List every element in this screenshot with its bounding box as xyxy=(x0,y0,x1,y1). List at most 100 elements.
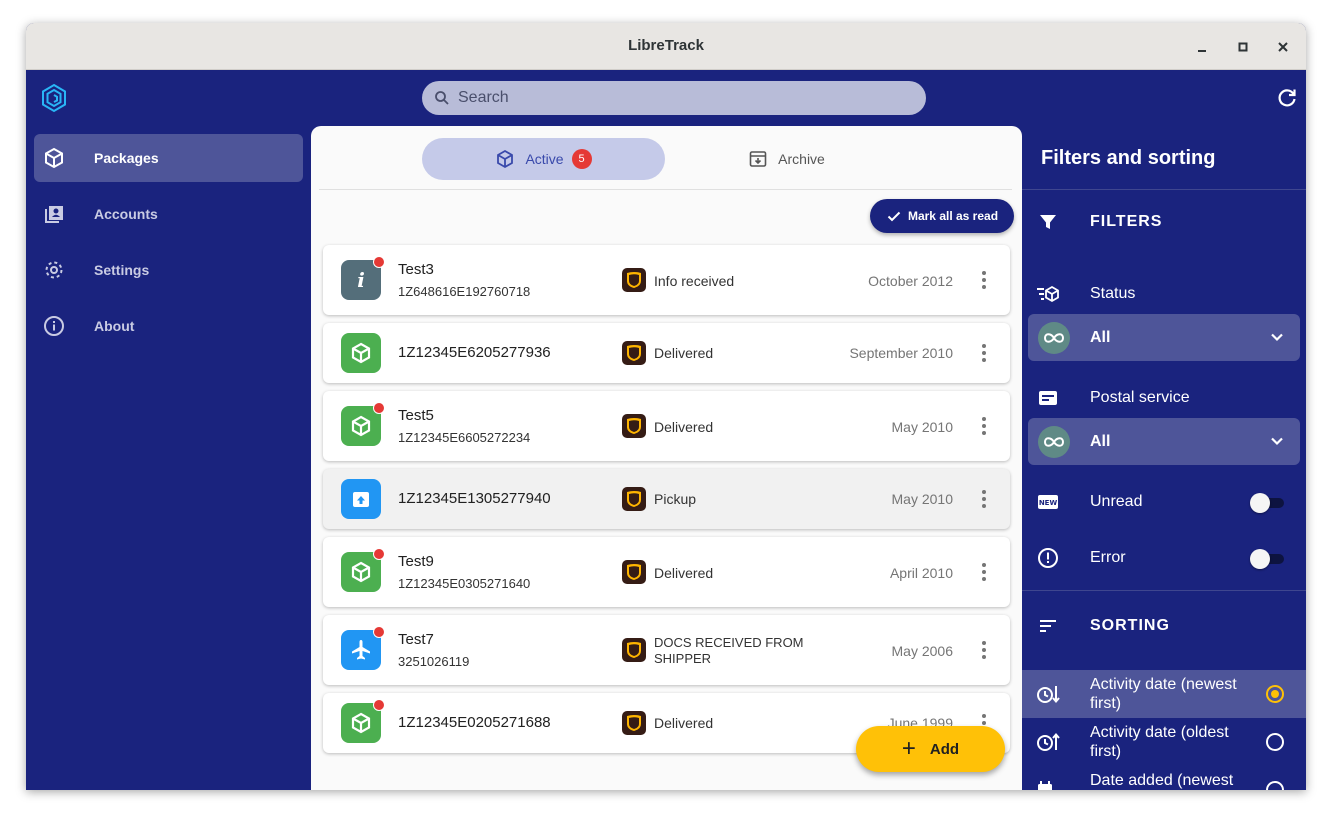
package-date: May 2010 xyxy=(891,419,953,435)
divider xyxy=(1022,189,1306,190)
filter-label: Postal service xyxy=(1090,389,1190,406)
sort-option-activity-newest[interactable]: Activity date (newest first) xyxy=(1022,670,1306,718)
package-status: Info received xyxy=(654,273,735,289)
minimize-icon xyxy=(1198,50,1206,52)
radio-selected[interactable] xyxy=(1266,685,1284,703)
packages-panel: Active 5 Archive Mark all as read i Test… xyxy=(311,126,1022,790)
ups-logo-icon xyxy=(622,711,646,735)
sort-option-activity-oldest[interactable]: Activity date (oldest first) xyxy=(1022,718,1306,766)
package-status: Delivered xyxy=(654,715,714,731)
clock-up-icon xyxy=(1036,730,1060,754)
section-label: SORTING xyxy=(1090,617,1170,634)
package-date: October 2012 xyxy=(868,273,953,289)
close-button[interactable] xyxy=(1271,35,1295,59)
search-input[interactable] xyxy=(458,89,898,107)
mark-all-label: Mark all as read xyxy=(907,209,999,223)
status-filter-icon xyxy=(1036,282,1060,306)
sort-option-date-added-newest[interactable]: Date added (newest first) xyxy=(1022,766,1306,790)
unread-dot xyxy=(373,402,385,414)
svg-text:i: i xyxy=(357,268,365,292)
tab-active[interactable]: Active 5 xyxy=(422,138,665,180)
status-filter-label: Status xyxy=(1036,279,1298,309)
sidebar-item-about[interactable]: About xyxy=(34,302,303,350)
package-row[interactable]: Test5 1Z12345E6605272234 Delivered May 2… xyxy=(323,391,1010,461)
tab-label: Archive xyxy=(778,151,825,167)
error-toggle[interactable] xyxy=(1250,549,1284,569)
accounts-icon xyxy=(42,202,66,226)
more-options-icon[interactable] xyxy=(982,271,986,289)
infinity-icon xyxy=(1038,425,1070,458)
add-package-button[interactable]: + Add xyxy=(856,726,1005,772)
package-row[interactable]: Test9 1Z12345E0305271640 Delivered April… xyxy=(323,537,1010,607)
unread-toggle[interactable] xyxy=(1250,493,1284,513)
svg-text:NEW: NEW xyxy=(1039,499,1058,507)
unread-dot xyxy=(373,699,385,711)
new-badge-icon: NEW xyxy=(1036,490,1060,514)
package-date: May 2010 xyxy=(891,491,953,507)
package-row[interactable]: 1Z12345E6205277936 Delivered September 2… xyxy=(323,323,1010,383)
more-options-icon[interactable] xyxy=(982,490,986,508)
airplane-icon xyxy=(341,626,385,670)
dropdown-value: All xyxy=(1090,328,1111,346)
sidebar-item-label: Accounts xyxy=(94,206,158,222)
section-label: FILTERS xyxy=(1090,213,1163,230)
radio-unselected[interactable] xyxy=(1266,733,1284,751)
more-options-icon[interactable] xyxy=(982,641,986,659)
filters-panel: Filters and sorting FILTERS Status All P… xyxy=(1022,126,1306,790)
package-row[interactable]: Test7 3251026119 DOCS RECEIVED FROM SHIP… xyxy=(323,615,1010,685)
app-logo-icon xyxy=(42,83,66,113)
sidebar-item-packages[interactable]: Packages xyxy=(34,134,303,182)
sort-label: Activity date (oldest first) xyxy=(1090,724,1229,760)
unread-dot xyxy=(373,548,385,560)
delivered-icon xyxy=(341,333,381,373)
sidebar-item-label: Packages xyxy=(94,150,159,166)
sidebar-item-label: About xyxy=(94,318,135,334)
tracking-number: 3251026119 xyxy=(398,654,470,669)
unread-dot xyxy=(373,626,385,638)
status-dropdown[interactable]: All xyxy=(1028,314,1300,361)
chevron-down-icon xyxy=(1271,437,1283,446)
tab-label: Active xyxy=(525,151,564,167)
calendar-down-icon xyxy=(1036,778,1060,790)
package-row[interactable]: 1Z12345E1305277940 Pickup May 2010 xyxy=(323,469,1010,529)
close-icon xyxy=(1278,42,1288,52)
sort-label: Activity date (newest first) xyxy=(1090,676,1237,712)
more-options-icon[interactable] xyxy=(982,344,986,362)
package-name: Test5 xyxy=(398,407,434,424)
ups-logo-icon xyxy=(622,638,646,662)
package-date: April 2010 xyxy=(889,565,953,581)
add-label: Add xyxy=(929,740,960,758)
maximize-button[interactable] xyxy=(1231,35,1255,59)
more-options-icon[interactable] xyxy=(982,563,986,581)
clock-down-icon xyxy=(1036,682,1060,706)
title-bar: LibreTrack xyxy=(26,23,1306,70)
search-bar[interactable] xyxy=(422,81,926,115)
postal-service-dropdown[interactable]: All xyxy=(1028,418,1300,465)
minimize-button[interactable] xyxy=(1190,35,1214,59)
sidebar-item-settings[interactable]: Settings xyxy=(34,246,303,294)
package-icon xyxy=(42,146,66,170)
tab-bar: Active 5 Archive xyxy=(319,126,1012,190)
plus-icon: + xyxy=(901,735,916,762)
sidebar-item-label: Settings xyxy=(94,262,150,278)
package-status: Delivered xyxy=(654,565,714,581)
sidebar-item-accounts[interactable]: Accounts xyxy=(34,190,303,238)
app-body: Packages Accounts Settings About xyxy=(26,70,1306,790)
package-row[interactable]: i Test3 1Z648616E192760718 Info received… xyxy=(323,245,1010,315)
delivered-icon xyxy=(341,548,385,592)
window-title: LibreTrack xyxy=(628,37,704,54)
count-badge: 5 xyxy=(571,149,592,169)
dropdown-value: All xyxy=(1090,432,1111,450)
info-icon xyxy=(42,314,66,338)
radio-unselected[interactable] xyxy=(1266,781,1284,790)
tab-archive[interactable]: Archive xyxy=(665,138,908,180)
sort-label: Date added (newest first) xyxy=(1090,772,1234,789)
more-options-icon[interactable] xyxy=(982,417,986,435)
package-date: September 2010 xyxy=(849,345,953,361)
package-icon xyxy=(497,149,514,169)
package-name: Test3 xyxy=(398,261,434,278)
mark-all-read-button[interactable]: Mark all as read xyxy=(870,199,1014,233)
ups-logo-icon xyxy=(622,560,646,584)
refresh-icon[interactable] xyxy=(1275,86,1299,110)
postal-filter-label: Postal service xyxy=(1036,383,1298,413)
